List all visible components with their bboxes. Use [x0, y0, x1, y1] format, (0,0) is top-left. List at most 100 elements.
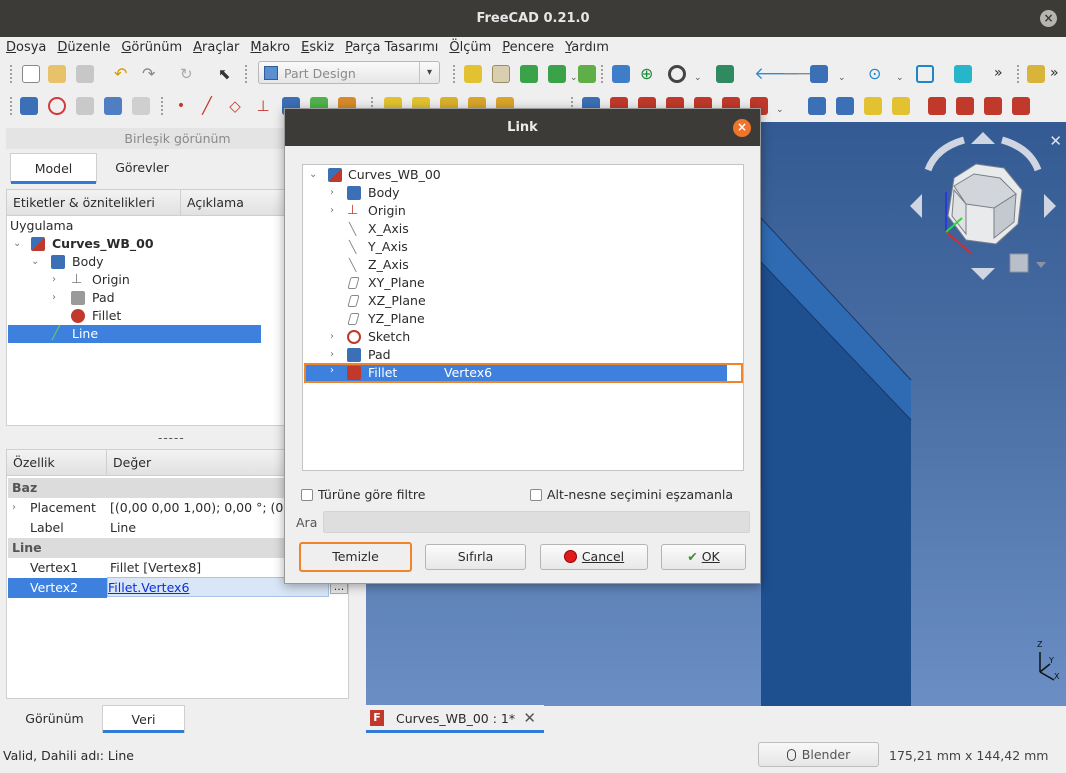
reset-button[interactable]: Sıfırla — [425, 544, 526, 570]
redo-icon[interactable]: ↷ — [142, 65, 160, 83]
clear-button[interactable]: Temizle — [299, 542, 412, 572]
chevron-down-icon[interactable]: ⌄ — [838, 73, 846, 83]
prop-header-name[interactable]: Özellik — [7, 450, 107, 476]
tab-gorevler[interactable]: Görevler — [98, 153, 186, 183]
link-select-icon[interactable] — [578, 65, 596, 83]
create-group-icon[interactable] — [492, 65, 510, 83]
chevron-down-icon[interactable]: ⌄ — [309, 166, 317, 184]
bounding-box-icon[interactable] — [716, 65, 734, 83]
prop-placement[interactable]: › Placement — [7, 498, 107, 518]
view-isometric-icon[interactable] — [810, 65, 828, 83]
open-folder-icon[interactable] — [48, 65, 66, 83]
menu-dosya[interactable]: Dosya — [0, 37, 51, 59]
link-tree-item[interactable]: ╲ Z_Axis — [303, 256, 743, 274]
tree-header-labels[interactable]: Etiketler & öznitelikleri — [7, 190, 181, 216]
link-tree-item[interactable]: › Sketch — [303, 328, 743, 346]
menu-parca-tasarimi[interactable]: Parça Tasarımı — [339, 37, 443, 59]
chevron-down-icon[interactable]: ⌄ — [570, 73, 578, 83]
fit-selection-icon[interactable]: ⊕ — [640, 65, 658, 83]
cancel-button[interactable]: Cancel — [540, 544, 648, 570]
link-tree-item[interactable]: YZ_Plane — [303, 310, 743, 328]
overflow-chevron[interactable]: » — [994, 65, 1003, 81]
macro-icon[interactable] — [1027, 65, 1045, 83]
datum-point-icon[interactable]: • — [172, 97, 190, 115]
document-tab[interactable]: F Curves_WB_00 : 1* ✕ — [366, 705, 544, 733]
chevron-right-icon[interactable]: › — [52, 271, 56, 289]
link-tree-item[interactable]: ╲ Y_Axis — [303, 238, 743, 256]
dialog-close-button[interactable]: × — [733, 119, 751, 137]
tab-veri[interactable]: Veri — [102, 705, 185, 733]
panel-splitter[interactable]: ----- — [158, 431, 185, 445]
subelement-edit-box[interactable] — [727, 365, 741, 381]
close-icon[interactable]: ✕ — [523, 709, 536, 727]
menu-eskiz[interactable]: Eskiz — [295, 37, 339, 59]
window-close-button[interactable]: × — [1040, 10, 1057, 27]
chevron-down-icon[interactable]: ⌄ — [31, 253, 39, 271]
datum-plane-icon[interactable]: ◇ — [226, 97, 244, 115]
multi-transform-icon[interactable] — [892, 97, 910, 115]
workbench-select[interactable]: Part Design ▾ — [258, 61, 440, 84]
toolbar-grip[interactable] — [452, 64, 456, 84]
menu-duzenle[interactable]: Düzenle — [51, 37, 115, 59]
link-object-tree[interactable]: ⌄ Curves_WB_00 › Body › ⊥ Origin ╲ X_Axi… — [302, 164, 744, 471]
datum-line-icon[interactable]: ╱ — [198, 97, 216, 115]
menu-makro[interactable]: Makro — [244, 37, 295, 59]
tree-item-line[interactable]: ╱ Line — [8, 325, 261, 343]
link-actions-icon[interactable] — [548, 65, 566, 83]
nav-close-icon[interactable]: ✕ — [1049, 132, 1062, 150]
link-tree-item[interactable]: › Body — [303, 184, 743, 202]
view-cube-icon[interactable] — [916, 65, 934, 83]
fillet-icon[interactable] — [928, 97, 946, 115]
prop-name[interactable]: Vertex2 — [8, 578, 107, 598]
new-document-icon[interactable] — [22, 65, 40, 83]
chevron-right-icon[interactable]: › — [330, 365, 334, 376]
polar-pattern-icon[interactable] — [864, 97, 882, 115]
chevron-down-icon[interactable]: ⌄ — [776, 105, 784, 115]
toolbar-grip[interactable] — [9, 96, 13, 116]
shape-binder-icon[interactable] — [104, 97, 122, 115]
overflow-chevron[interactable]: » — [1050, 65, 1059, 81]
link-icon[interactable] — [520, 65, 538, 83]
chevron-right-icon[interactable]: › — [330, 346, 334, 364]
menu-pencere[interactable]: Pencere — [496, 37, 559, 59]
toolbar-grip[interactable] — [1016, 64, 1020, 84]
link-tree-item[interactable]: ╲ X_Axis — [303, 220, 743, 238]
toolbar-grip[interactable] — [160, 96, 164, 116]
link-tree-item[interactable]: ⌄ Curves_WB_00 — [303, 166, 743, 184]
navigation-cube[interactable]: ✕ — [906, 128, 1066, 288]
mirrored-icon[interactable] — [808, 97, 826, 115]
menu-gorunum[interactable]: Görünüm — [115, 37, 187, 59]
chevron-down-icon[interactable]: ⌄ — [13, 235, 21, 253]
navigation-style-button[interactable]: Blender — [758, 742, 879, 767]
draft-icon[interactable] — [984, 97, 1002, 115]
save-icon[interactable] — [76, 65, 94, 83]
filter-by-type-checkbox[interactable] — [301, 489, 313, 501]
link-tree-item[interactable]: › Pad — [303, 346, 743, 364]
create-body-icon[interactable] — [20, 97, 38, 115]
forward-arrow-icon[interactable]: 🡒 — [782, 65, 828, 83]
toolbar-grip[interactable] — [600, 64, 604, 84]
ok-button[interactable]: ✔ OK — [661, 544, 746, 570]
linear-pattern-icon[interactable] — [836, 97, 854, 115]
chevron-right-icon[interactable]: › — [52, 289, 56, 307]
search-input[interactable] — [323, 511, 750, 533]
create-sketch-icon[interactable] — [48, 97, 66, 115]
fit-all-icon[interactable] — [612, 65, 630, 83]
chevron-right-icon[interactable]: › — [330, 184, 334, 202]
link-tree-item[interactable]: XZ_Plane — [303, 292, 743, 310]
measure-zoom-icon[interactable]: ⊙ — [868, 65, 886, 83]
undo-icon[interactable]: ↶ — [114, 65, 132, 83]
link-tree-item[interactable]: XY_Plane — [303, 274, 743, 292]
link-tree-item-selected[interactable]: › Fillet Vertex6 — [304, 363, 743, 383]
whats-this-icon[interactable]: ⬉ — [218, 65, 236, 83]
tab-gorunum[interactable]: Görünüm — [1, 705, 108, 733]
toolbar-grip[interactable] — [9, 64, 13, 84]
menu-yardim[interactable]: Yardım — [559, 37, 614, 59]
part-cube-icon[interactable] — [954, 65, 972, 83]
create-part-icon[interactable] — [464, 65, 482, 83]
ellipsis-button[interactable]: ... — [330, 583, 348, 594]
toolbar-grip[interactable] — [244, 64, 248, 84]
back-arrow-icon[interactable]: 🡐 — [754, 65, 800, 83]
chevron-down-icon[interactable]: ⌄ — [694, 73, 702, 83]
menu-olcum[interactable]: Ölçüm — [443, 37, 496, 59]
